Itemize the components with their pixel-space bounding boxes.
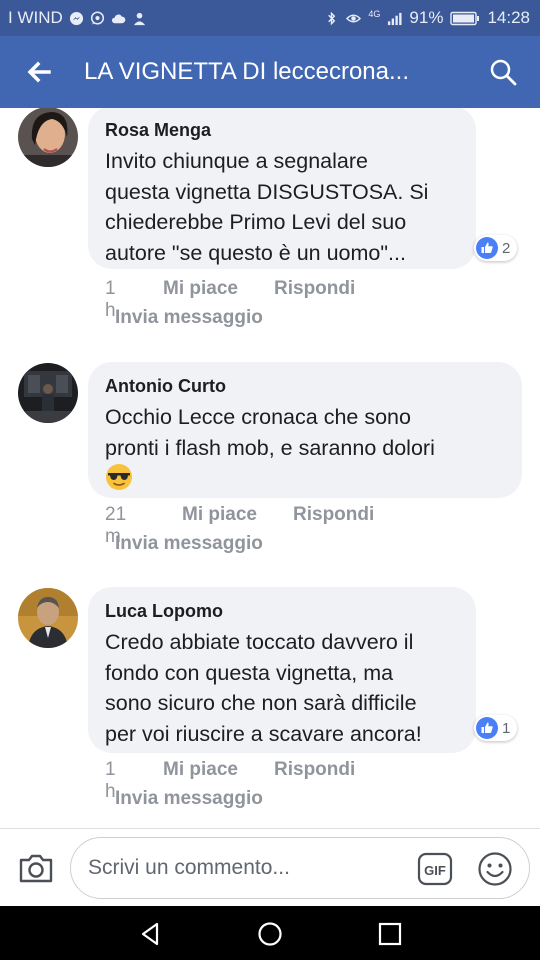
battery-percent: 91% [409, 8, 444, 27]
comment-input[interactable]: Scrivi un commento... GIF [70, 837, 530, 899]
send-message-button[interactable]: Invia messaggio [115, 788, 263, 810]
emoji-icon[interactable] [477, 851, 513, 887]
home-nav-icon[interactable] [256, 920, 284, 948]
navigation-bar [0, 906, 540, 960]
comment-item: Luca Lopomo Credo abbiate toccato davver… [0, 587, 540, 827]
comment-item: Antonio Curto Occhio Lecce cronaca che s… [0, 362, 540, 572]
reaction-number: 2 [502, 239, 511, 257]
avatar[interactable] [18, 108, 78, 167]
avatar[interactable] [18, 588, 78, 648]
like-button[interactable]: Mi piace [182, 504, 257, 526]
reply-button[interactable]: Rispondi [293, 504, 374, 526]
recents-nav-icon[interactable] [376, 920, 404, 948]
comment-time: 1 h [105, 759, 116, 802]
person-icon [132, 11, 147, 26]
like-button[interactable]: Mi piace [163, 759, 238, 781]
comment-bubble[interactable]: Rosa Menga Invito chiunque a segnalare q… [88, 108, 476, 269]
eye-icon [346, 11, 362, 26]
comment-text: Invito chiunque a segnalare questa vigne… [105, 149, 429, 265]
comment-input-placeholder: Scrivi un commento... [88, 856, 290, 879]
avatar[interactable] [18, 363, 78, 423]
comment-time: 1 h [105, 278, 116, 321]
like-button[interactable]: Mi piace [163, 278, 238, 300]
comment-author[interactable]: Rosa Menga [105, 118, 458, 142]
search-icon[interactable] [488, 57, 518, 87]
back-nav-icon[interactable] [137, 920, 165, 948]
cloud-icon [111, 11, 126, 26]
carrier-label: I WIND [8, 8, 63, 27]
reaction-count[interactable]: 1 [474, 715, 518, 741]
battery-icon [450, 11, 480, 26]
reply-button[interactable]: Rispondi [274, 759, 355, 781]
camera-icon[interactable] [18, 852, 54, 884]
comments-list: Rosa Menga Invito chiunque a segnalare q… [0, 108, 540, 828]
like-reaction-icon [476, 237, 498, 259]
comment-text: Credo abbiate toccato davvero il fondo c… [105, 630, 422, 746]
comment-bubble[interactable]: Luca Lopomo Credo abbiate toccato davver… [88, 587, 476, 753]
reaction-count[interactable]: 2 [474, 235, 518, 261]
sunglasses-emoji-icon [105, 463, 133, 491]
comment-text: Occhio Lecce cronaca che sono pronti i f… [105, 405, 435, 460]
comment-author[interactable]: Luca Lopomo [105, 599, 458, 623]
comment-composer: Scrivi un commento... GIF [0, 828, 540, 906]
clock: 14:28 [487, 8, 530, 27]
comment-bubble[interactable]: Antonio Curto Occhio Lecce cronaca che s… [88, 362, 522, 498]
back-arrow-icon[interactable] [22, 56, 56, 88]
send-message-button[interactable]: Invia messaggio [115, 533, 263, 555]
comment-item: Rosa Menga Invito chiunque a segnalare q… [0, 108, 540, 336]
signal-icon [387, 11, 402, 26]
gif-label: GIF [424, 863, 446, 878]
page-title: LA VIGNETTA DI leccecrona... [84, 58, 410, 85]
bluetooth-icon [324, 11, 339, 26]
reaction-number: 1 [502, 719, 511, 737]
messenger-icon [69, 11, 84, 26]
comment-author[interactable]: Antonio Curto [105, 374, 504, 398]
gif-icon[interactable]: GIF [417, 852, 453, 886]
whatsapp-icon [90, 10, 105, 26]
app-bar: LA VIGNETTA DI leccecrona... [0, 36, 540, 108]
send-message-button[interactable]: Invia messaggio [115, 307, 263, 329]
like-reaction-icon [476, 717, 498, 739]
network-type-label: 4G [368, 8, 381, 19]
status-bar: I WIND 4G 91% 14:28 [0, 0, 540, 36]
reply-button[interactable]: Rispondi [274, 278, 355, 300]
